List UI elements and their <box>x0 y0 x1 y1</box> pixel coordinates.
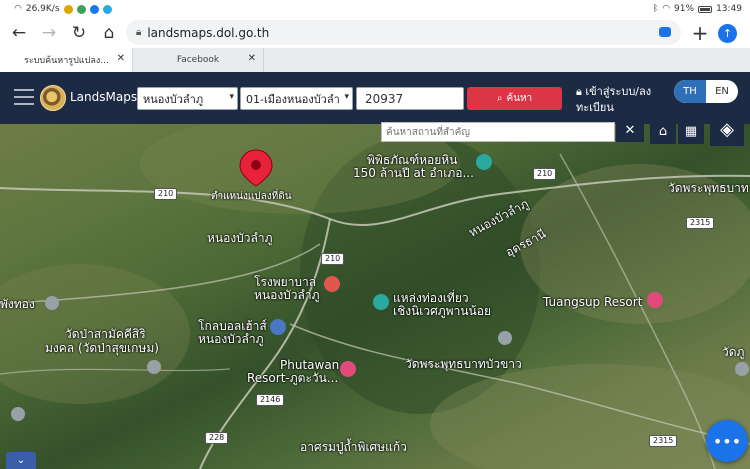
grid-icon[interactable]: ▦ <box>678 118 704 144</box>
landmark-search-input[interactable] <box>381 122 615 142</box>
reload-icon[interactable]: ↻ <box>64 18 94 48</box>
resort-marker-icon[interactable] <box>647 292 663 308</box>
temple-marker-icon[interactable] <box>11 407 25 421</box>
wifi-icon: ◠ <box>14 4 22 14</box>
language-toggle[interactable]: TH EN <box>674 80 738 103</box>
place-label: หนองบัวลำภู <box>254 288 320 302</box>
tab-strip: ระบบค้นหารูปแปลง... ✕ Facebook ✕ <box>0 48 750 72</box>
satellite-map[interactable]: ตำแหน่งแปลงที่ดิน พิพิธภัณฑ์หอยหิน 150 ล… <box>0 124 750 469</box>
road-number-badge: 210 <box>321 253 345 265</box>
province-select-value: หนองบัวลำภู <box>143 92 204 106</box>
bluetooth-icon: ᛒ <box>652 4 659 14</box>
place-label: Resort-ภูตะวัน... <box>247 371 339 385</box>
hospital-marker-icon[interactable] <box>324 276 340 292</box>
search-button[interactable]: ⌕ ค้นหา <box>467 87 562 110</box>
close-icon[interactable]: ✕ <box>248 53 256 64</box>
place-label: พังทอง <box>0 297 35 311</box>
place-label: 150 ล้านปี at อำเภอ... <box>353 166 474 180</box>
login-register-link[interactable]: 🔒︎ เข้าสู่ระบบ/ลงทะเบียน <box>576 84 666 116</box>
place-label: อาศรมปู่ถ้ำพิเศษแก้ว <box>300 440 407 454</box>
road-number-badge: 228 <box>205 432 229 444</box>
place-label: วัดพระพุทธบาทบัวขาว <box>405 357 522 371</box>
close-icon[interactable]: ✕ <box>117 53 125 64</box>
temple-marker-icon[interactable] <box>498 331 512 345</box>
forward-arrow-icon[interactable]: → <box>34 18 64 48</box>
place-label: วัดภู <box>722 345 745 359</box>
messenger-icon <box>102 4 112 14</box>
search-icon: ⌕ <box>496 93 503 104</box>
translate-icon[interactable] <box>659 27 671 37</box>
parcel-number-input[interactable] <box>356 87 464 110</box>
temple-marker-icon[interactable] <box>45 296 59 310</box>
place-label: เชิงนิเวศภูพานน้อย <box>393 304 491 318</box>
place-label: มงคล (วัดป่าสุขเกษม) <box>45 341 159 355</box>
road-number-badge: 210 <box>533 168 557 180</box>
road-number-badge: 210 <box>154 188 178 200</box>
place-label: หนองบัวลำภู <box>198 332 264 346</box>
chevron-down-icon: ▾ <box>229 92 234 102</box>
tab-landsmaps[interactable]: ระบบค้นหารูปแปลง... ✕ <box>0 48 132 72</box>
net-speed: 26.9K/s <box>25 4 60 14</box>
place-label: หนองบัวลำภู <box>207 231 273 245</box>
resort-marker-icon[interactable] <box>340 361 356 377</box>
layers-icon[interactable]: ◈ <box>710 112 744 146</box>
more-options-icon[interactable]: ••• <box>706 420 748 462</box>
road-number-badge: 2315 <box>649 435 678 447</box>
login-label: เข้าสู่ระบบ/ลงทะเบียน <box>576 85 652 114</box>
office-select-value: 01-เมืองหนองบัวลำ <box>246 92 340 106</box>
lock-icon: 🔒︎ <box>576 85 582 98</box>
back-arrow-icon[interactable]: ← <box>4 18 34 48</box>
tab-title: ระบบค้นหารูปแปลง... <box>24 56 109 66</box>
lock-icon: 🔒︎ <box>136 27 142 38</box>
road-number-badge: 2146 <box>256 394 285 406</box>
lang-en-button[interactable]: EN <box>706 80 738 103</box>
place-label: วัดป่าสามัคคีสิริ <box>65 327 146 341</box>
status-right: ᛒ ◠ 91% 13:49 <box>653 4 742 14</box>
home-icon[interactable]: ⌂ <box>94 18 124 48</box>
url-text: landsmaps.dol.go.th <box>147 25 270 40</box>
app-name: LandsMaps <box>70 90 138 104</box>
status-left: ◠ 26.9K/s <box>14 4 112 14</box>
chevron-down-icon: ▾ <box>344 92 349 102</box>
store-marker-icon[interactable] <box>270 319 286 335</box>
status-bar: ◠ 26.9K/s ᛒ ◠ 91% 13:49 <box>0 0 750 18</box>
temple-marker-icon[interactable] <box>735 362 749 376</box>
attraction-marker-icon[interactable] <box>373 294 389 310</box>
museum-marker-icon[interactable] <box>476 154 492 170</box>
search-button-label: ค้นหา <box>506 93 533 104</box>
hamburger-menu-icon[interactable] <box>14 89 34 105</box>
notification-icon <box>63 4 73 14</box>
office-select[interactable]: 01-เมืองหนองบัวลำ ▾ <box>240 87 353 110</box>
clock: 13:49 <box>716 4 742 14</box>
browser-toolbar: ← → ↻ ⌂ 🔒︎ landsmaps.dol.go.th + ↑ <box>0 18 750 48</box>
province-select[interactable]: หนองบัวลำภู ▾ <box>137 87 238 110</box>
chevron-down-icon[interactable]: ⌄ <box>6 452 36 469</box>
address-bar[interactable]: 🔒︎ landsmaps.dol.go.th <box>126 20 681 45</box>
tab-title: Facebook <box>176 55 220 65</box>
tab-facebook[interactable]: Facebook ✕ <box>132 48 264 72</box>
battery-percent: 91% <box>674 4 695 14</box>
update-arrow-icon[interactable]: ↑ <box>718 24 737 43</box>
road-number-badge: 2315 <box>686 217 715 229</box>
battery-icon <box>698 5 713 13</box>
dol-logo <box>40 85 66 111</box>
new-tab-plus-icon[interactable]: + <box>688 18 712 48</box>
close-icon[interactable]: ✕ <box>616 118 644 142</box>
place-label: Tuangsup Resort <box>543 295 643 309</box>
place-label: วัดพระพุทธบาท <box>668 181 749 195</box>
line-icon <box>76 4 86 14</box>
wifi-status-icon: ◠ <box>662 4 671 14</box>
temple-marker-icon[interactable] <box>147 360 161 374</box>
bank-icon[interactable]: ⌂ <box>650 118 676 144</box>
facebook-icon <box>89 4 99 14</box>
lang-th-button[interactable]: TH <box>674 80 706 103</box>
parcel-pin-label: ตำแหน่งแปลงที่ดิน <box>211 191 292 202</box>
